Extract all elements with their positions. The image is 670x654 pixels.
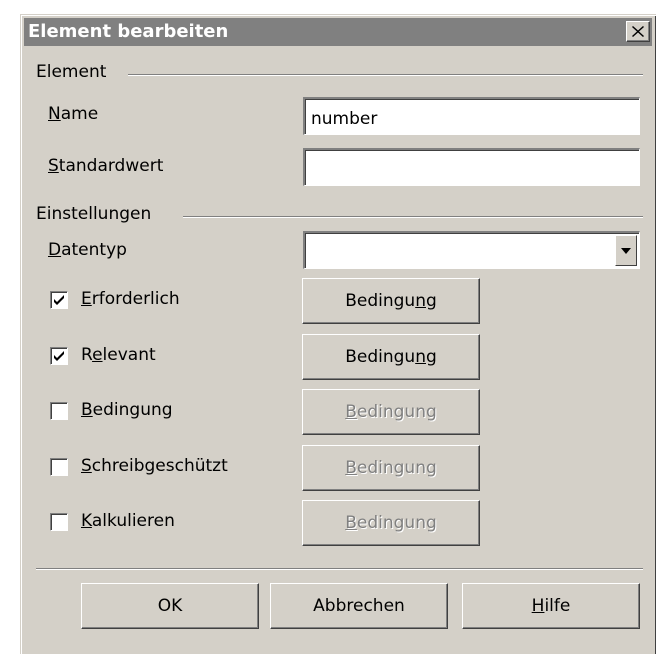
condition-button-constraint: Bedingung: [302, 389, 480, 435]
checkbox-required-label: Erforderlich: [81, 289, 180, 309]
checkmark-icon: [54, 295, 64, 305]
title-bar[interactable]: Element bearbeiten: [24, 18, 652, 46]
datatype-combobox[interactable]: [303, 231, 640, 269]
condition-button-required[interactable]: Bedingu n g: [302, 278, 480, 324]
default-value-label-mnemonic: S: [48, 156, 59, 176]
section-label-element: Element: [36, 62, 107, 82]
footer-divider: [36, 568, 643, 570]
help-button[interactable]: Hilfe: [462, 583, 640, 629]
datatype-label-rest: atentyp: [61, 240, 127, 260]
btn-text-mnemonic: B: [345, 458, 357, 478]
checkbox-readonly-label: Schreibgeschützt: [81, 456, 228, 476]
default-value-label-rest: tandardwert: [58, 156, 164, 176]
default-value-input[interactable]: [303, 148, 640, 186]
calculate-label-mnemonic: K: [81, 511, 92, 531]
name-input[interactable]: [303, 97, 640, 135]
cancel-button[interactable]: Abbrechen: [270, 583, 448, 629]
checkmark-icon: [54, 351, 64, 361]
readonly-label-mnemonic: S: [81, 456, 92, 476]
checkbox-relevant-label: Relevant: [81, 345, 156, 365]
constraint-label-mnemonic: B: [81, 400, 93, 420]
ok-button[interactable]: OK: [81, 583, 259, 629]
btn-text-mnemonic: B: [345, 402, 357, 422]
name-label: Name: [48, 104, 98, 124]
dialog-title: Element bearbeiten: [28, 21, 229, 42]
datatype-dropdown-button[interactable]: [615, 235, 637, 266]
btn-text-rest: g: [425, 291, 437, 311]
condition-button-calculate: Bedingung: [302, 500, 480, 546]
checkbox-constraint[interactable]: [50, 402, 68, 420]
chevron-down-icon: [621, 247, 631, 254]
relevant-label-mnemonic: e: [92, 345, 103, 365]
btn-text-rest: edingung: [356, 458, 437, 478]
ok-button-label: OK: [157, 596, 183, 616]
checkbox-readonly[interactable]: [50, 458, 68, 476]
section-divider-settings: [183, 216, 643, 218]
datatype-label-mnemonic: D: [48, 240, 62, 260]
name-label-rest: ame: [60, 104, 99, 124]
btn-text-pre: Bedingu: [345, 291, 416, 311]
checkbox-required[interactable]: [50, 291, 68, 309]
btn-text-mnemonic: B: [345, 513, 357, 533]
default-value-label: Standardwert: [48, 156, 163, 176]
checkbox-relevant[interactable]: [50, 347, 68, 365]
btn-text-pre: Bedingu: [345, 347, 416, 367]
cancel-button-label: Abbrechen: [313, 596, 405, 616]
btn-text-mnemonic: n: [415, 291, 426, 311]
btn-text-rest: edingung: [356, 402, 437, 422]
btn-text-rest: edingung: [356, 513, 437, 533]
help-button-rest: ilfe: [544, 596, 571, 616]
btn-text-rest: g: [425, 347, 437, 367]
close-icon: [632, 26, 644, 37]
readonly-label-rest: chreibgeschützt: [91, 456, 228, 476]
constraint-label-rest: edingung: [92, 400, 173, 420]
required-label-mnemonic: E: [81, 289, 92, 309]
checkbox-constraint-label: Bedingung: [81, 400, 173, 420]
relevant-label-rest: levant: [102, 345, 156, 365]
section-label-settings: Einstellungen: [36, 204, 152, 224]
required-label-rest: rforderlich: [91, 289, 180, 309]
btn-text-mnemonic: n: [415, 347, 426, 367]
edit-element-dialog: Element bearbeiten Element Name Standard…: [20, 14, 656, 654]
checkbox-calculate-label: Kalkulieren: [81, 511, 175, 531]
condition-button-relevant[interactable]: Bedingu n g: [302, 334, 480, 380]
section-divider-element: [128, 74, 643, 76]
relevant-label-pre: R: [81, 345, 93, 365]
calculate-label-rest: alkulieren: [91, 511, 175, 531]
condition-button-readonly: Bedingung: [302, 445, 480, 491]
datatype-label: Datentyp: [48, 240, 127, 260]
close-button[interactable]: [626, 21, 650, 42]
checkbox-calculate[interactable]: [50, 513, 68, 531]
help-button-mnemonic: H: [531, 596, 545, 616]
name-label-mnemonic: N: [48, 104, 61, 124]
